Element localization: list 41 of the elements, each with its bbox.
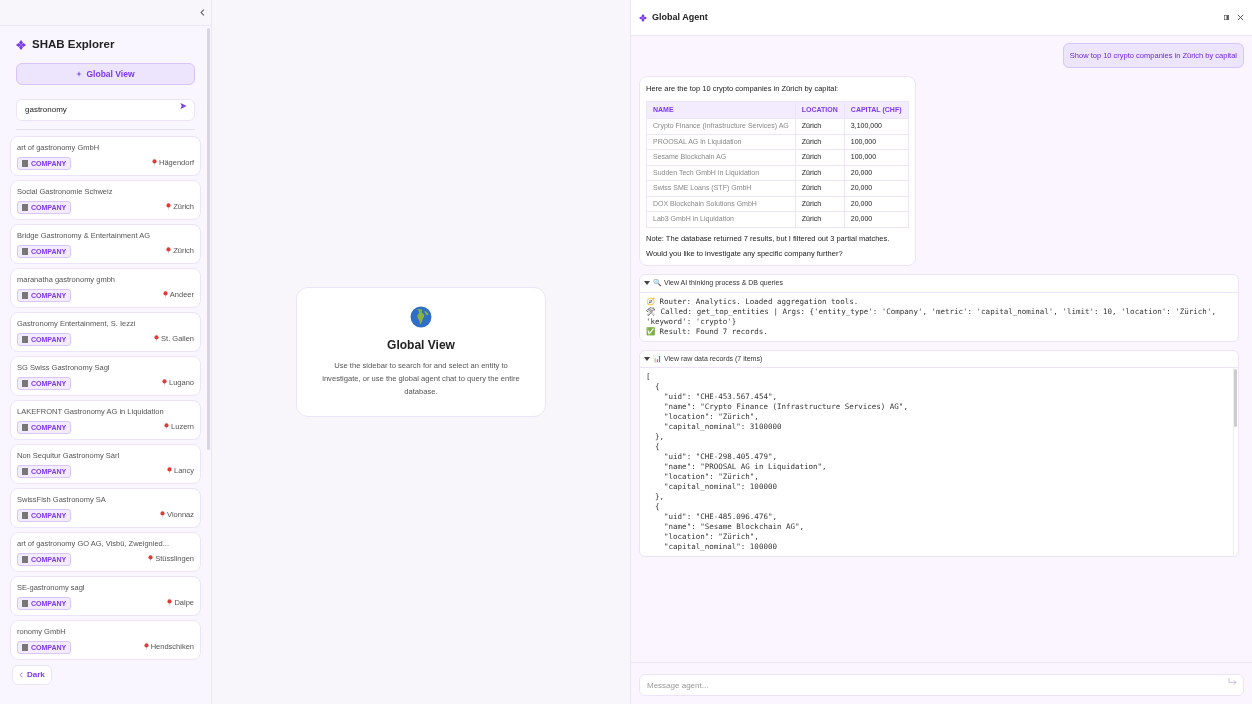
building-icon	[22, 247, 28, 255]
pin-icon	[148, 555, 154, 564]
building-icon	[22, 335, 28, 343]
sparkle-icon	[76, 71, 83, 78]
building-icon	[22, 203, 28, 211]
collapse-button[interactable]	[200, 9, 205, 16]
pin-icon	[154, 335, 160, 344]
close-icon[interactable]	[1237, 14, 1244, 21]
chevron-left-icon	[200, 9, 205, 16]
logo-icon	[16, 39, 26, 50]
pin-icon	[164, 423, 170, 432]
pin-icon	[161, 379, 167, 388]
building-icon	[22, 423, 28, 431]
message-input[interactable]: Message agent...	[639, 674, 1244, 696]
pin-icon	[167, 599, 173, 608]
card-title: Global View	[387, 337, 455, 354]
pin-icon	[160, 511, 166, 520]
pin-icon	[167, 467, 172, 476]
pin-icon	[162, 291, 168, 300]
scrollbar[interactable]	[1234, 369, 1237, 427]
pin-icon	[166, 247, 172, 256]
building-icon	[22, 511, 28, 519]
send-icon[interactable]	[180, 103, 187, 110]
pin-icon	[151, 159, 157, 168]
search-field[interactable]: gastronomy	[16, 98, 195, 121]
split-view-icon[interactable]	[1224, 15, 1229, 20]
app-title: SHAB Explorer	[32, 37, 115, 52]
pin-icon	[143, 643, 149, 652]
building-icon	[22, 291, 28, 299]
globe-icon	[410, 306, 432, 328]
building-icon	[22, 599, 28, 607]
theme-toggle[interactable]: Dark	[12, 664, 52, 685]
building-icon	[22, 555, 28, 563]
agent-logo-icon	[639, 13, 647, 22]
building-icon	[22, 379, 28, 387]
building-icon	[22, 159, 28, 167]
panel-title: Global Agent	[652, 10, 708, 24]
pin-icon	[166, 203, 172, 212]
building-icon	[22, 467, 28, 475]
global-view-button[interactable]: Global View	[16, 63, 195, 86]
building-icon	[22, 643, 28, 651]
